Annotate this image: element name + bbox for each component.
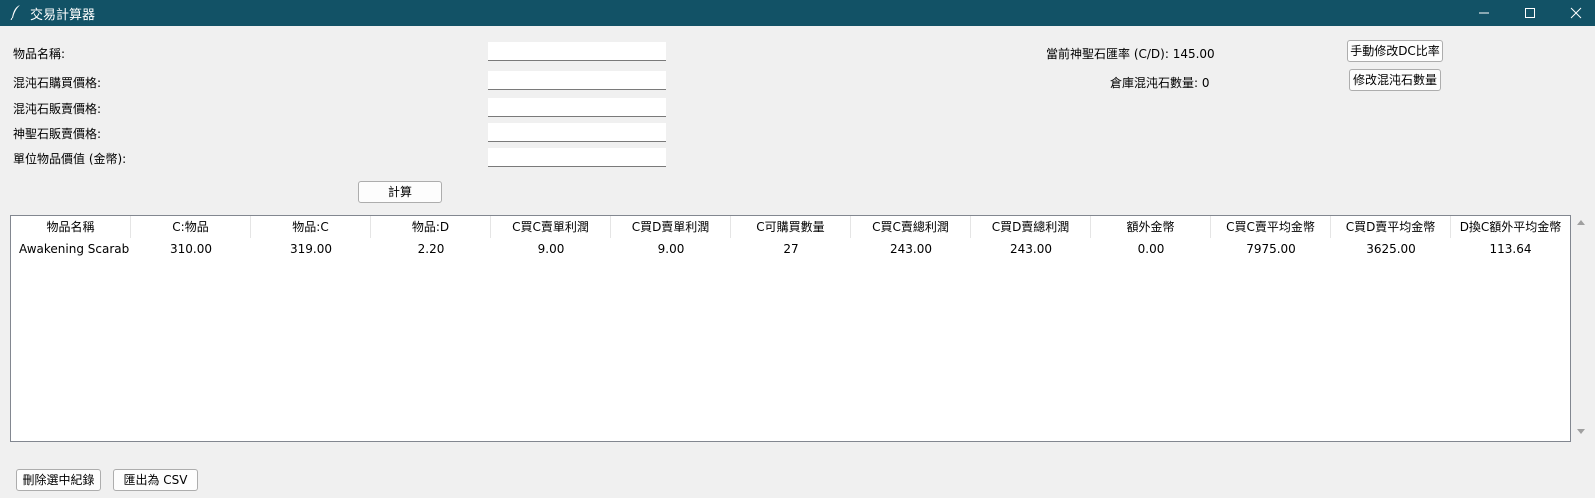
column-header[interactable]: C買D賣平均金幣 <box>1331 216 1451 238</box>
item-name-label: 物品名稱: <box>13 47 66 61</box>
close-button[interactable] <box>1553 0 1595 26</box>
table-cell: 27 <box>783 242 799 256</box>
minimize-button[interactable] <box>1461 0 1507 26</box>
chaos-stock-text: 倉庫混沌石數量: 0 <box>1110 76 1210 90</box>
minimize-icon <box>1479 12 1489 14</box>
column-header[interactable]: C買D賣單利潤 <box>611 216 731 238</box>
item-name-input[interactable] <box>488 42 666 61</box>
column-header[interactable]: C買C賣總利潤 <box>851 216 971 238</box>
table-cell: 3625.00 <box>1366 242 1416 256</box>
chaos-buy-price-input[interactable] <box>488 71 666 90</box>
unit-gold-value-input[interactable] <box>488 148 666 167</box>
edit-chaos-stock-button[interactable]: 修改混沌石數量 <box>1349 69 1441 91</box>
feather-icon <box>9 4 23 21</box>
column-header[interactable]: D換C額外平均金幣 <box>1451 216 1570 238</box>
table-header: 物品名稱 C:物品 物品:C 物品:D C買C賣單利潤 C買D賣單利潤 C可購買… <box>11 216 1570 238</box>
chaos-sell-price-label: 混沌石販賣價格: <box>13 102 102 116</box>
table-cell: 0.00 <box>1137 242 1165 256</box>
edit-dc-rate-button[interactable]: 手動修改DC比率 <box>1347 40 1443 62</box>
table-cell: Awakening Scarab <box>19 242 130 256</box>
table-cell: 319.00 <box>290 242 332 256</box>
divine-rate-text: 當前神聖石匯率 (C/D): 145.00 <box>1046 47 1215 61</box>
table-cell: 310.00 <box>170 242 212 256</box>
column-header[interactable]: C買C賣平均金幣 <box>1211 216 1331 238</box>
calculate-button[interactable]: 計算 <box>358 181 442 203</box>
maximize-button[interactable] <box>1507 0 1553 26</box>
table-cell: 7975.00 <box>1246 242 1296 256</box>
table-cell: 243.00 <box>890 242 932 256</box>
title-bar: 交易計算器 <box>0 0 1595 26</box>
column-header[interactable]: C可購買數量 <box>731 216 851 238</box>
table-cell: 113.64 <box>1489 242 1532 256</box>
chaos-buy-price-label: 混沌石購買價格: <box>13 76 102 90</box>
column-header[interactable]: C買D賣總利潤 <box>971 216 1091 238</box>
results-table[interactable]: 物品名稱 C:物品 物品:C 物品:D C買C賣單利潤 C買D賣單利潤 C可購買… <box>10 215 1571 442</box>
chaos-sell-price-input[interactable] <box>488 98 666 117</box>
delete-selected-button[interactable]: 刪除選中紀錄 <box>16 469 101 491</box>
column-header[interactable]: C:物品 <box>131 216 251 238</box>
column-header[interactable]: 物品名稱 <box>11 216 131 238</box>
export-csv-button[interactable]: 匯出為 CSV <box>113 469 198 491</box>
table-cell: 9.00 <box>537 242 565 256</box>
divine-sell-price-label: 神聖石販賣價格: <box>13 127 102 141</box>
maximize-icon <box>1525 8 1535 18</box>
table-scrollbar[interactable] <box>1573 215 1589 442</box>
scroll-up-icon[interactable] <box>1576 218 1586 226</box>
window-title: 交易計算器 <box>30 8 96 23</box>
column-header[interactable]: C買C賣單利潤 <box>491 216 611 238</box>
column-header[interactable]: 物品:C <box>251 216 371 238</box>
table-row[interactable]: Awakening Scarab 310.00 319.00 2.20 9.00… <box>11 238 1570 260</box>
unit-gold-value-label: 單位物品價值 (金幣): <box>13 152 127 166</box>
column-header[interactable]: 額外金幣 <box>1091 216 1211 238</box>
table-cell: 243.00 <box>1010 242 1052 256</box>
divine-sell-price-input[interactable] <box>488 123 666 142</box>
column-header[interactable]: 物品:D <box>371 216 491 238</box>
close-icon <box>1570 7 1582 19</box>
table-cell: 2.20 <box>417 242 445 256</box>
table-cell: 9.00 <box>657 242 685 256</box>
scroll-down-icon[interactable] <box>1576 428 1586 436</box>
